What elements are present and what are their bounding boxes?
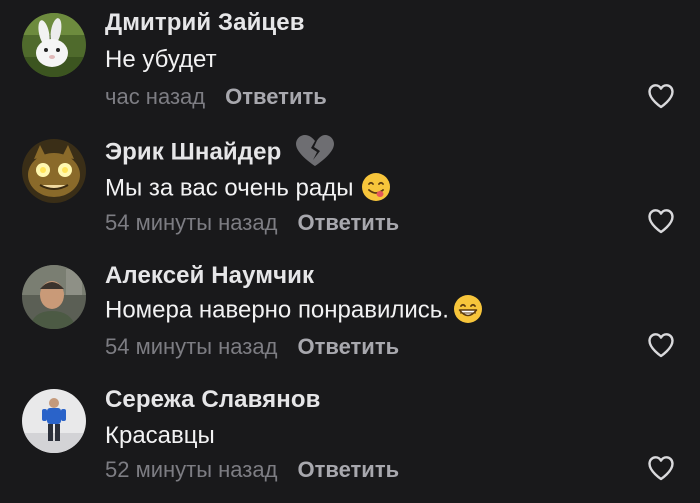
comment-author-name: Эрик Шнайдер <box>105 138 282 166</box>
comment-meta: 54 минуты назад Ответить <box>105 334 399 360</box>
comment-author[interactable]: Алексей Наумчик <box>105 262 314 290</box>
reply-button[interactable]: Ответить <box>297 334 399 359</box>
comment-time: 54 минуты назад <box>105 334 278 359</box>
comment-author[interactable]: Сережа Славянов <box>105 386 320 414</box>
heart-outline-icon[interactable] <box>647 83 675 109</box>
comment-item: Дмитрий Зайцев Не убудет час назад Ответи… <box>0 0 700 120</box>
comment-time: час назад <box>105 84 206 109</box>
heart-outline-icon[interactable] <box>647 332 675 358</box>
broken-heart-icon <box>296 135 335 166</box>
catbus-avatar-image <box>22 139 86 203</box>
comment-text: Не убудет <box>105 46 217 73</box>
avatar[interactable] <box>22 389 86 453</box>
rabbit-avatar-image <box>22 13 86 77</box>
comment-text: Мы за вас очень рады <box>105 173 391 204</box>
comment-author[interactable]: Эрик Шнайдер <box>105 135 336 170</box>
avatar[interactable] <box>22 13 86 77</box>
comment-item: Сережа Славянов Красавцы 52 минуты назад… <box>0 370 700 503</box>
person-standing-avatar-image <box>22 389 86 453</box>
comment-time: 52 минуты назад <box>105 457 278 482</box>
comment-meta: 52 минуты назад Ответить <box>105 457 399 483</box>
grinning-face-emoji <box>453 295 482 323</box>
reply-button[interactable]: Ответить <box>297 210 399 235</box>
person-photo-avatar-image <box>22 265 86 329</box>
comment-text: Красавцы <box>105 422 215 449</box>
yum-face-emoji <box>362 173 391 201</box>
comment-time: 54 минуты назад <box>105 210 278 235</box>
comment-text-body: Мы за вас очень рады <box>105 174 354 202</box>
heart-outline-icon[interactable] <box>647 208 675 234</box>
reply-button[interactable]: Ответить <box>225 84 327 109</box>
avatar[interactable] <box>22 139 86 203</box>
avatar[interactable] <box>22 265 86 329</box>
comment-item: Эрик Шнайдер Мы за вас очень рады 54 мин… <box>0 120 700 245</box>
heart-outline-icon[interactable] <box>647 455 675 481</box>
reply-button[interactable]: Ответить <box>297 457 399 482</box>
comment-text: Номера наверно понравились. <box>105 295 483 326</box>
comment-author[interactable]: Дмитрий Зайцев <box>105 9 305 37</box>
comment-meta: час назад Ответить <box>105 84 327 110</box>
comment-meta: 54 минуты назад Ответить <box>105 210 399 236</box>
comment-text-body: Номера наверно понравились. <box>105 296 449 324</box>
comment-item: Алексей Наумчик Номера наверно понравили… <box>0 245 700 370</box>
